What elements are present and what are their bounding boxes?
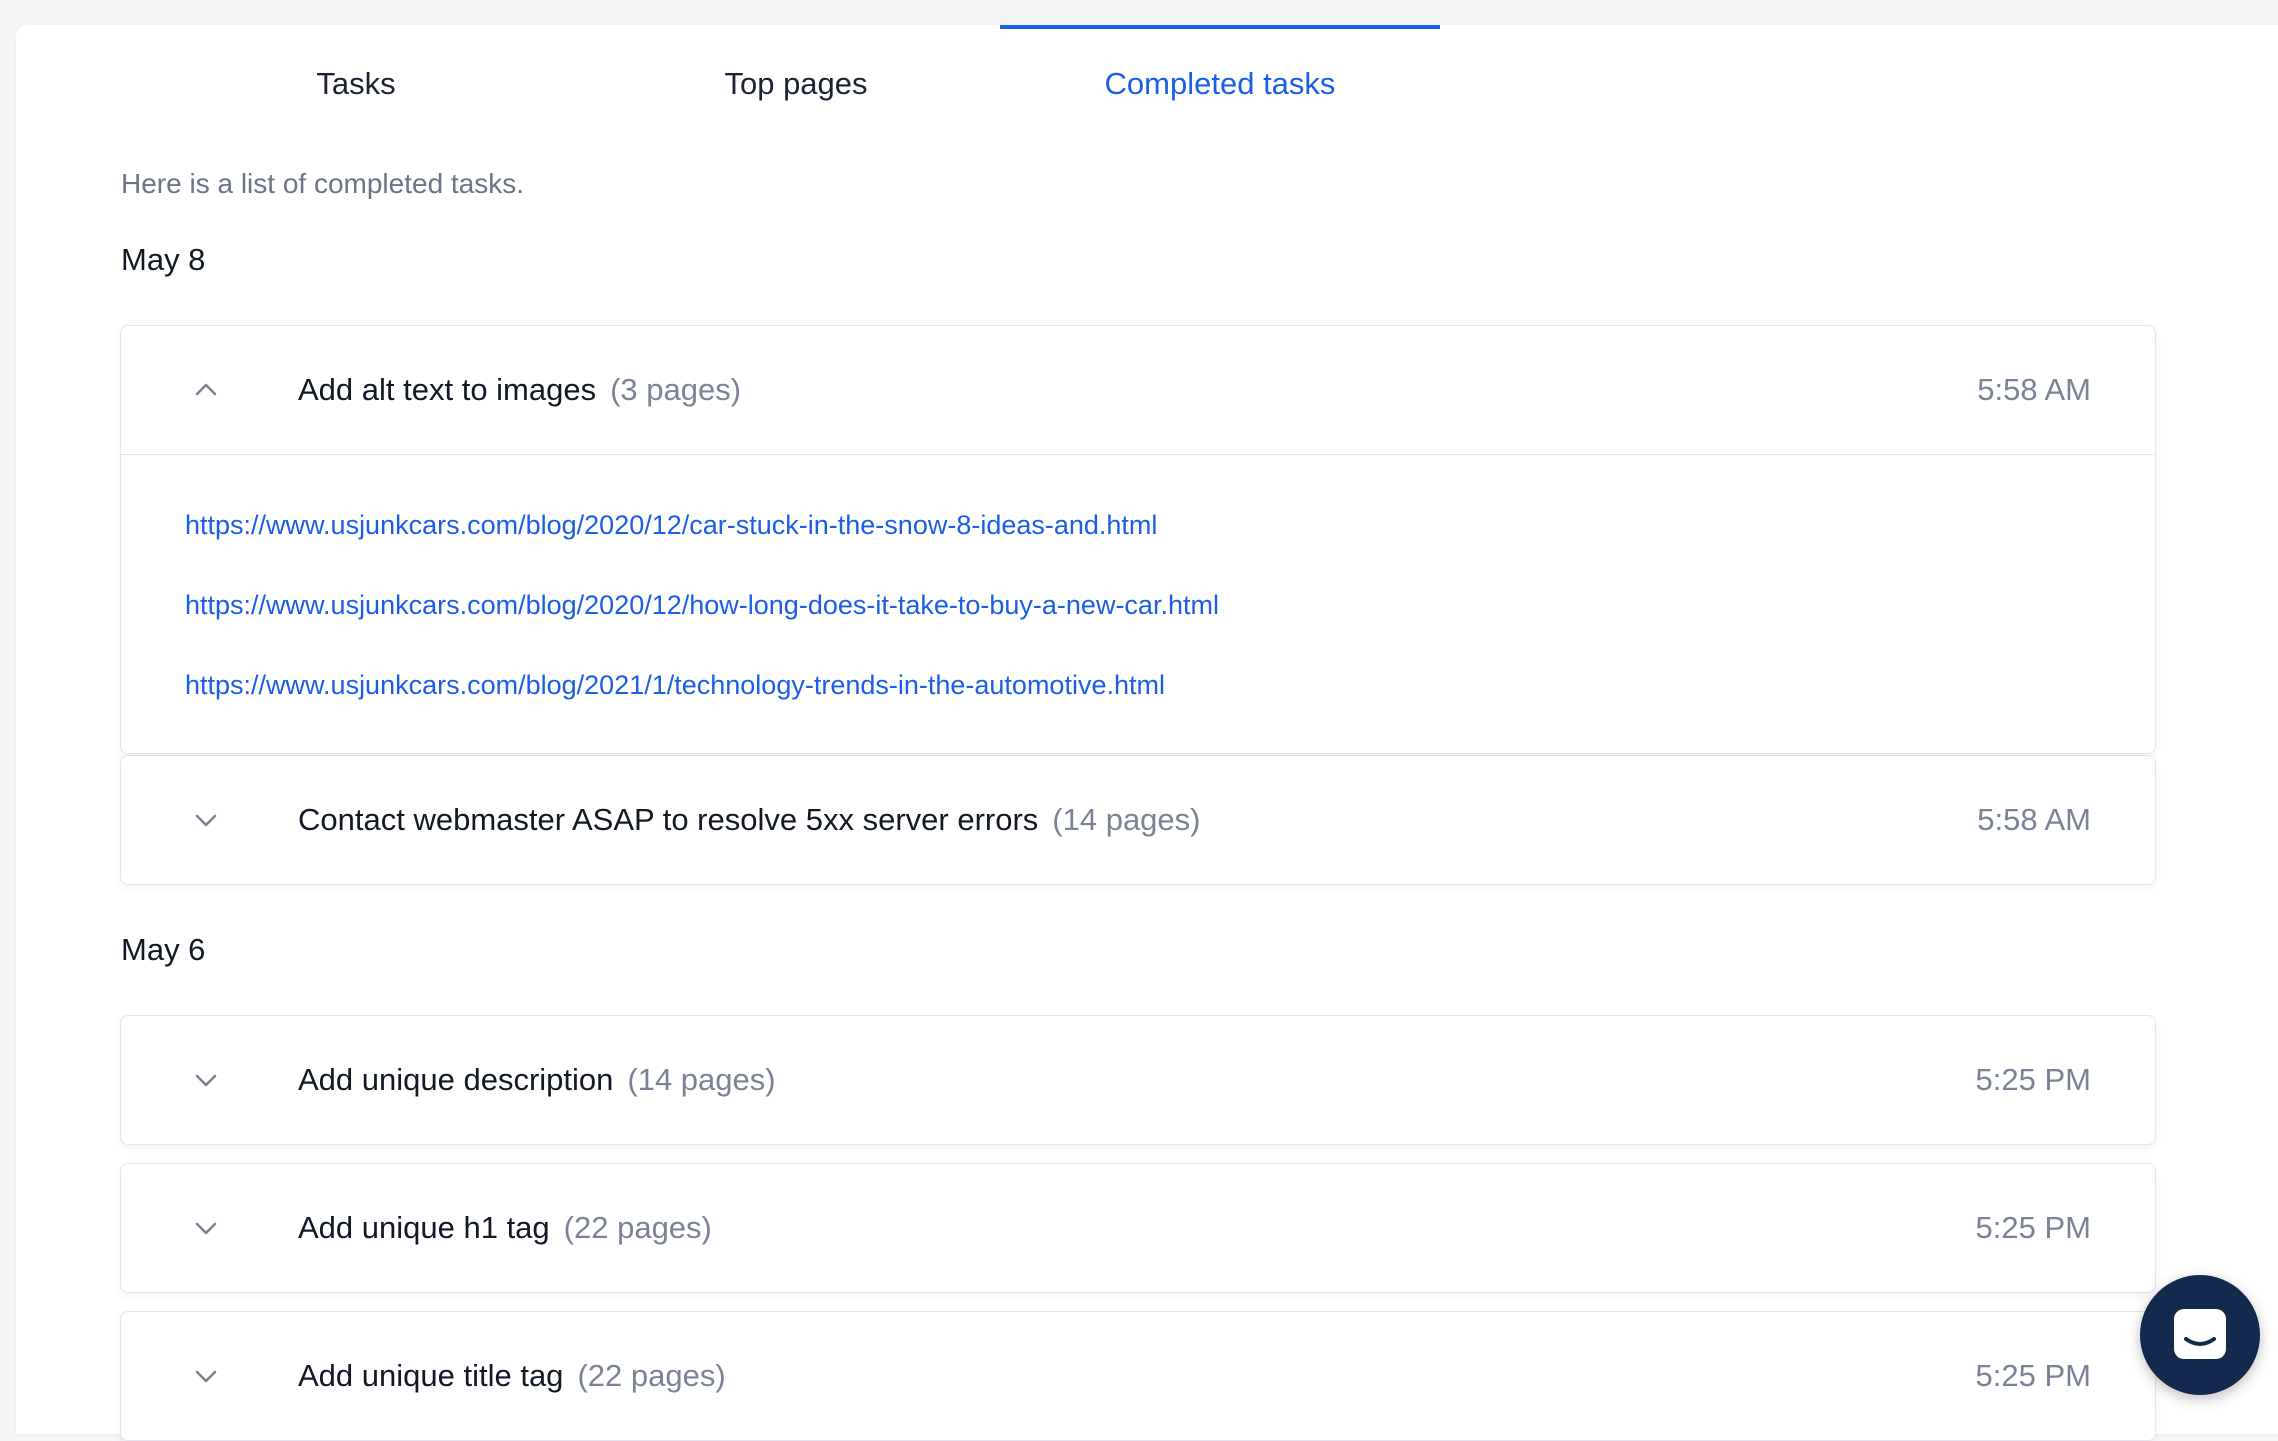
task-page-count: (14 pages) — [627, 1062, 776, 1097]
chat-launcher-button[interactable] — [2140, 1275, 2260, 1395]
task-time: 5:25 PM — [1975, 1210, 2091, 1245]
task-card: Add unique description (14 pages) 5:25 PM — [120, 1015, 2156, 1145]
date-heading: May 6 — [121, 932, 206, 967]
task-title: Contact webmaster ASAP to resolve 5xx se… — [298, 756, 1201, 884]
chevron-up-icon[interactable] — [193, 377, 219, 403]
chevron-down-icon[interactable] — [193, 1363, 219, 1389]
task-card-header[interactable]: Add unique title tag (22 pages) 5:25 PM — [121, 1312, 2155, 1440]
task-page-count: (14 pages) — [1052, 802, 1201, 837]
task-card-header[interactable]: Add unique h1 tag (22 pages) 5:25 PM — [121, 1164, 2155, 1292]
task-title-text: Add unique title tag — [298, 1358, 564, 1393]
task-title: Add unique title tag (22 pages) — [298, 1312, 726, 1440]
tab-tasks[interactable]: Tasks — [206, 25, 506, 145]
tab-top-pages[interactable]: Top pages — [646, 25, 946, 145]
task-title-text: Contact webmaster ASAP to resolve 5xx se… — [298, 802, 1039, 837]
task-title: Add unique h1 tag (22 pages) — [298, 1164, 712, 1292]
tab-completed-tasks[interactable]: Completed tasks — [1000, 25, 1440, 145]
task-time: 5:58 AM — [1977, 372, 2091, 407]
chat-icon — [2174, 1309, 2226, 1359]
date-heading: May 8 — [121, 242, 206, 277]
task-title-text: Add alt text to images — [298, 372, 597, 407]
task-title: Add alt text to images (3 pages) — [298, 326, 741, 454]
task-time: 5:58 AM — [1977, 802, 2091, 837]
task-card: Add alt text to images (3 pages) 5:58 AM … — [120, 325, 2156, 754]
page-link[interactable]: https://www.usjunkcars.com/blog/2021/1/t… — [185, 645, 2155, 725]
chevron-down-icon[interactable] — [193, 1067, 219, 1093]
task-card: Add unique title tag (22 pages) 5:25 PM — [120, 1311, 2156, 1441]
task-title-text: Add unique description — [298, 1062, 614, 1097]
task-card-header[interactable]: Add unique description (14 pages) 5:25 PM — [121, 1016, 2155, 1144]
chevron-down-icon[interactable] — [193, 1215, 219, 1241]
task-time: 5:25 PM — [1975, 1062, 2091, 1097]
intro-text: Here is a list of completed tasks. — [121, 168, 525, 199]
task-pages-list: https://www.usjunkcars.com/blog/2020/12/… — [121, 454, 2155, 753]
task-title-text: Add unique h1 tag — [298, 1210, 550, 1245]
task-page-count: (3 pages) — [610, 372, 742, 407]
chevron-down-icon[interactable] — [193, 807, 219, 833]
tab-bar: Tasks Top pages Completed tasks — [16, 25, 2278, 145]
task-page-count: (22 pages) — [577, 1358, 726, 1393]
task-card: Add unique h1 tag (22 pages) 5:25 PM — [120, 1163, 2156, 1293]
completed-tasks-panel: Tasks Top pages Completed tasks Here is … — [16, 25, 2278, 1441]
page-link[interactable]: https://www.usjunkcars.com/blog/2020/12/… — [185, 485, 2155, 565]
task-page-count: (22 pages) — [563, 1210, 712, 1245]
page-link[interactable]: https://www.usjunkcars.com/blog/2020/12/… — [185, 565, 2155, 645]
task-card: Contact webmaster ASAP to resolve 5xx se… — [120, 755, 2156, 885]
task-card-header[interactable]: Add alt text to images (3 pages) 5:58 AM — [121, 326, 2155, 454]
task-title: Add unique description (14 pages) — [298, 1016, 776, 1144]
task-time: 5:25 PM — [1975, 1358, 2091, 1393]
task-card-header[interactable]: Contact webmaster ASAP to resolve 5xx se… — [121, 756, 2155, 884]
